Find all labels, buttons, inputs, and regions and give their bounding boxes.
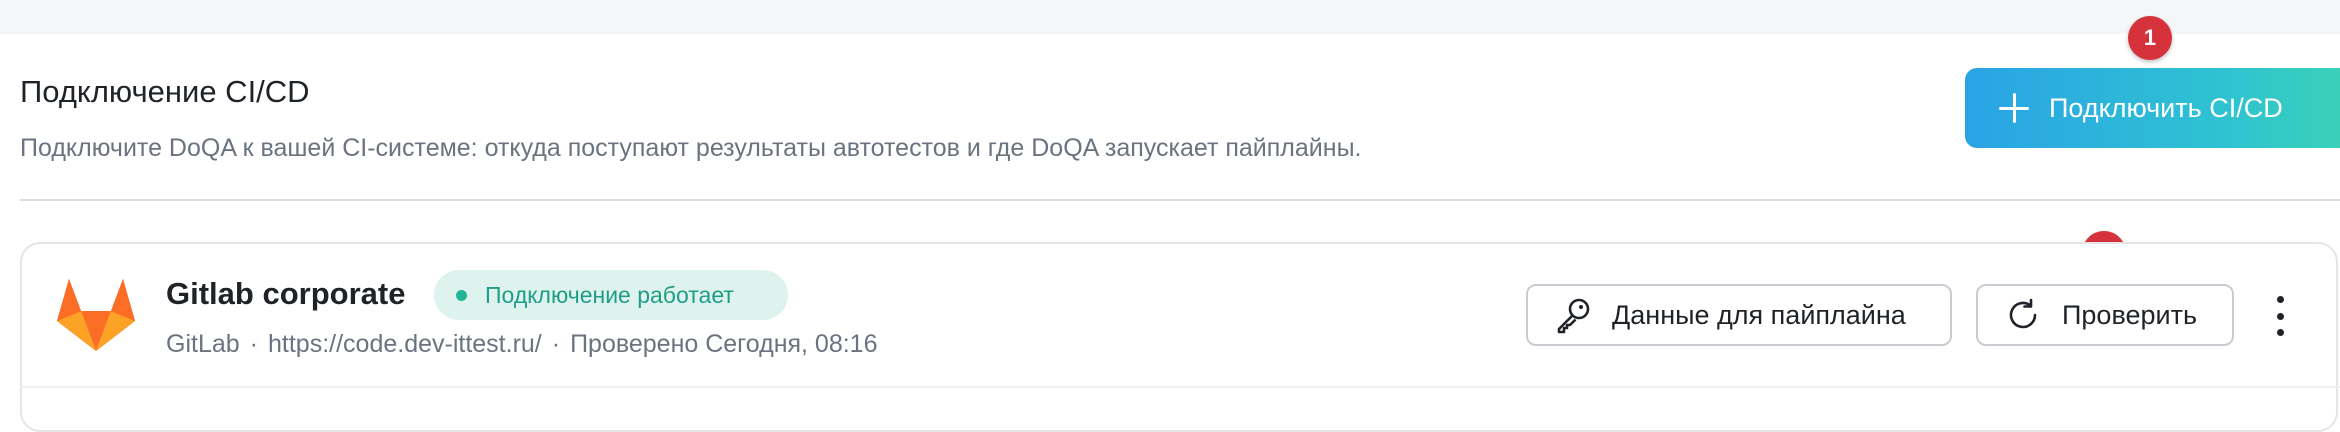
check-button-label: Проверить — [2062, 299, 2198, 330]
gitlab-logo — [57, 279, 135, 351]
pipeline-data-button-label: Данные для пайплайна — [1612, 299, 1906, 330]
plus-icon — [1997, 91, 2031, 125]
annotation-marker-1: 1 — [2128, 16, 2172, 60]
connect-cicd-button-label: Подключить CI/CD — [2049, 92, 2283, 123]
page-title: Подключение CI/CD — [20, 74, 310, 109]
meta-separator: · — [551, 330, 561, 358]
integration-name: Gitlab corporate — [166, 276, 406, 311]
more-vertical-icon[interactable] — [2268, 296, 2292, 336]
top-strip — [0, 0, 2340, 34]
integration-provider: GitLab — [166, 330, 240, 358]
connect-cicd-button[interactable]: Подключить CI/CD — [1965, 68, 2340, 148]
page-subtitle: Подключите DoQA к вашей CI-системе: отку… — [20, 134, 1362, 162]
integration-url: https://code.dev-ittest.ru/ — [268, 330, 542, 358]
card-divider — [20, 386, 2340, 388]
header-divider — [20, 199, 2340, 201]
status-dot-icon — [456, 289, 467, 301]
key-icon — [1557, 298, 1590, 334]
integration-meta: GitLab · https://code.dev-ittest.ru/ · Прове… — [166, 330, 878, 359]
pipeline-data-button[interactable]: Данные для пайплайна — [1526, 284, 1952, 346]
status-badge-label: Подключение работает — [485, 281, 734, 308]
status-badge: Подключение работает — [434, 270, 788, 320]
check-button[interactable]: Проверить — [1976, 284, 2234, 346]
meta-separator: · — [249, 330, 258, 358]
refresh-icon — [2009, 298, 2037, 329]
integration-checked: Проверено Сегодня, 08:16 — [570, 330, 878, 358]
